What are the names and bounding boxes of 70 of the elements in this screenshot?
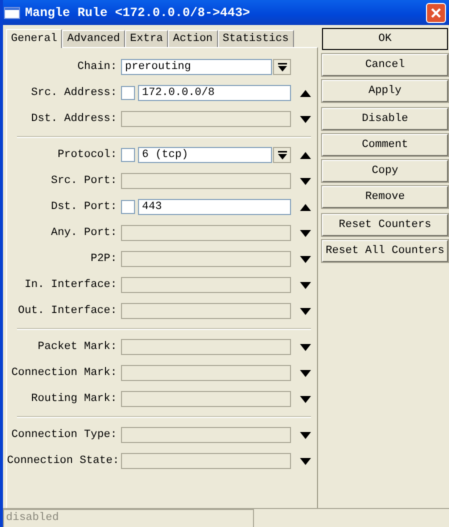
tab[interactable]: Action bbox=[168, 30, 218, 47]
up-arrow-icon[interactable] bbox=[300, 152, 311, 158]
down-arrow-icon[interactable] bbox=[300, 458, 311, 464]
input-field[interactable]: 443 bbox=[138, 199, 291, 215]
input-field[interactable] bbox=[121, 339, 291, 355]
field-label: Src. Address: bbox=[30, 87, 118, 99]
down-arrow-icon[interactable] bbox=[300, 116, 311, 122]
negate-checkbox[interactable] bbox=[121, 148, 135, 162]
down-arrow-icon[interactable] bbox=[300, 396, 311, 402]
tab[interactable]: Extra bbox=[125, 30, 168, 47]
dropdown-icon bbox=[278, 62, 286, 72]
tab[interactable]: General bbox=[6, 29, 62, 48]
status-text: disabled bbox=[3, 509, 254, 527]
field-label: Out. Interface: bbox=[16, 305, 118, 317]
window-title: Mangle Rule <172.0.0.0/8->443> bbox=[25, 6, 252, 20]
input-field[interactable]: 6 (tcp) bbox=[138, 147, 272, 163]
field-label: Connection Type: bbox=[10, 429, 118, 441]
action-button[interactable]: Apply bbox=[322, 80, 448, 102]
input-field[interactable] bbox=[121, 251, 291, 267]
input-field[interactable] bbox=[121, 391, 291, 407]
field-label: Connection Mark: bbox=[10, 367, 118, 379]
down-arrow-icon[interactable] bbox=[300, 432, 311, 438]
field-label: Connection State: bbox=[7, 455, 120, 467]
action-button[interactable]: Copy bbox=[322, 160, 448, 182]
input-field[interactable] bbox=[121, 453, 291, 469]
chain-field[interactable]: prerouting bbox=[121, 59, 272, 75]
field-label: Dst. Address: bbox=[30, 113, 118, 125]
down-arrow-icon[interactable] bbox=[300, 282, 311, 288]
negate-checkbox[interactable] bbox=[121, 200, 135, 214]
action-button[interactable]: Reset All Counters bbox=[322, 240, 448, 262]
field-label: Chain: bbox=[76, 61, 118, 73]
down-arrow-icon[interactable] bbox=[300, 370, 311, 376]
dropdown-icon bbox=[278, 150, 286, 160]
action-button[interactable]: Cancel bbox=[322, 54, 448, 76]
input-field[interactable] bbox=[121, 277, 291, 293]
down-arrow-icon[interactable] bbox=[300, 308, 311, 314]
field-label: Protocol: bbox=[56, 149, 118, 161]
window-icon bbox=[4, 6, 20, 18]
field-label: Packet Mark: bbox=[36, 341, 118, 353]
negate-checkbox[interactable] bbox=[121, 86, 135, 100]
field-label: Any. Port: bbox=[50, 227, 118, 239]
action-button[interactable]: OK bbox=[322, 28, 448, 50]
field-label: P2P: bbox=[90, 253, 118, 265]
action-button[interactable]: Comment bbox=[322, 134, 448, 156]
field-label: Src. Port: bbox=[50, 175, 118, 187]
tab[interactable]: Advanced bbox=[62, 30, 126, 47]
tab[interactable]: Statistics bbox=[218, 30, 294, 47]
close-icon bbox=[430, 6, 442, 18]
action-button[interactable]: Reset Counters bbox=[322, 214, 448, 236]
down-arrow-icon[interactable] bbox=[300, 178, 311, 184]
input-field[interactable] bbox=[121, 173, 291, 189]
input-field[interactable] bbox=[121, 225, 291, 241]
dropdown-button[interactable] bbox=[273, 59, 291, 75]
input-field[interactable]: 172.0.0.0/8 bbox=[138, 85, 291, 101]
dropdown-button[interactable] bbox=[273, 147, 291, 163]
down-arrow-icon[interactable] bbox=[300, 256, 311, 262]
down-arrow-icon[interactable] bbox=[300, 344, 311, 350]
down-arrow-icon[interactable] bbox=[300, 230, 311, 236]
up-arrow-icon[interactable] bbox=[300, 204, 311, 210]
close-button[interactable] bbox=[426, 2, 446, 22]
input-field[interactable] bbox=[121, 427, 291, 443]
action-button[interactable]: Remove bbox=[322, 186, 448, 208]
action-button[interactable]: Disable bbox=[322, 108, 448, 130]
field-label: Dst. Port: bbox=[50, 201, 118, 213]
input-field[interactable] bbox=[121, 303, 291, 319]
field-label: In. Interface: bbox=[24, 279, 118, 291]
up-arrow-icon[interactable] bbox=[300, 90, 311, 96]
input-field[interactable] bbox=[121, 111, 291, 127]
input-field[interactable] bbox=[121, 365, 291, 381]
field-label: Routing Mark: bbox=[30, 393, 118, 405]
